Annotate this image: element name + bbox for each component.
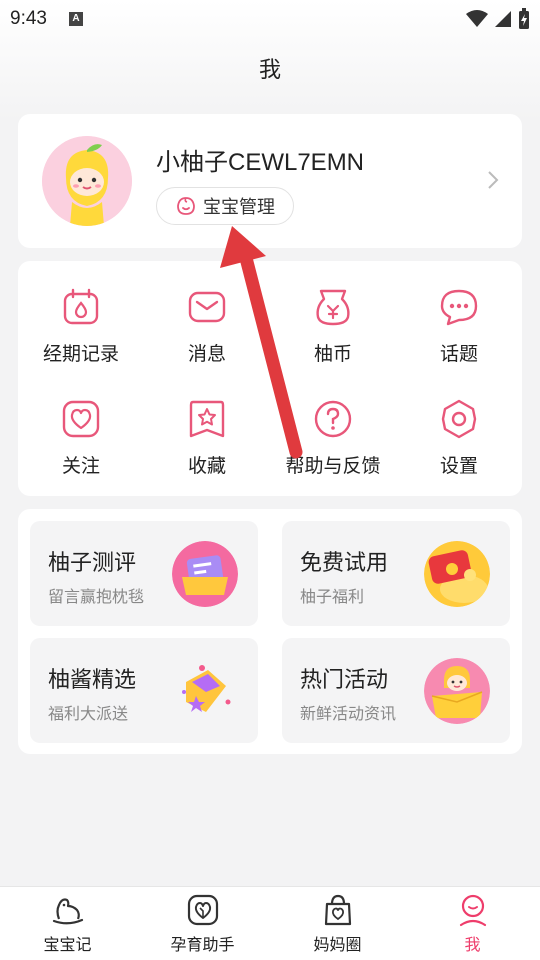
username: 小柚子CEWL7EMN xyxy=(156,149,365,176)
menu-item-period-record[interactable]: 经期记录 xyxy=(18,287,144,387)
avatar[interactable] xyxy=(42,136,132,226)
battery-icon xyxy=(519,8,529,29)
menu-label: 关注 xyxy=(61,455,100,477)
pomelo-mascot-icon xyxy=(42,136,132,226)
tab-label: 妈妈圈 xyxy=(313,935,362,954)
status-time: 9:43 xyxy=(10,8,47,29)
coin-pouch-icon xyxy=(316,289,350,326)
red-envelope-icon xyxy=(424,541,490,607)
help-icon xyxy=(314,400,352,438)
menu-item-help-feedback[interactable]: 帮助与反馈 xyxy=(270,399,396,499)
promo-section: 柚子测评 留言赢抱枕毯 免费试用 柚子福利 柚酱精选 福利大派送 热门活动 新鲜… xyxy=(18,509,522,754)
calendar-drop-icon xyxy=(63,288,99,325)
promo-free-trial[interactable]: 免费试用 柚子福利 xyxy=(282,521,510,626)
tab-label: 我 xyxy=(464,935,481,954)
tab-mom-circle[interactable]: 妈妈圈 xyxy=(270,893,405,955)
menu-item-favorites[interactable]: 收藏 xyxy=(144,399,270,499)
promo-title: 柚子测评 xyxy=(48,551,137,576)
tab-label: 宝宝记 xyxy=(43,935,92,954)
profile-card[interactable]: 小柚子CEWL7EMN 宝宝管理 xyxy=(18,114,522,248)
menu-item-messages[interactable]: 消息 xyxy=(144,287,270,387)
status-bar: 9:43 A xyxy=(0,0,540,38)
baby-face-icon xyxy=(177,197,195,215)
menu-label: 消息 xyxy=(187,343,226,365)
shopping-bag-heart-icon xyxy=(324,894,351,926)
page-title: 我 xyxy=(258,58,281,83)
tab-label: 孕育助手 xyxy=(170,935,235,954)
mascot-event-icon xyxy=(424,658,490,724)
gear-icon xyxy=(441,399,477,439)
promo-title: 热门活动 xyxy=(300,668,389,693)
menu-grid: 经期记录 消息 柚币 话题 关注 收藏 帮助与反馈 设置 xyxy=(18,261,522,496)
heart-plant-icon xyxy=(187,894,218,926)
promo-hot-events[interactable]: 热门活动 新鲜活动资讯 xyxy=(282,638,510,743)
promo-title: 柚酱精选 xyxy=(48,668,137,693)
menu-label: 设置 xyxy=(439,455,478,477)
signal-icon xyxy=(495,11,511,27)
notification-a-icon: A xyxy=(68,12,83,26)
gift-box-icon xyxy=(182,665,231,712)
menu-item-coins[interactable]: 柚币 xyxy=(270,287,396,387)
bottom-tab-bar: 宝宝记 孕育助手 妈妈圈 我 xyxy=(0,886,540,960)
menu-label: 柚币 xyxy=(313,343,352,365)
heart-icon xyxy=(62,400,100,438)
baby-management-button[interactable]: 宝宝管理 xyxy=(156,187,294,225)
menu-label: 帮助与反馈 xyxy=(285,455,381,477)
review-box-icon xyxy=(172,541,238,607)
status-icons xyxy=(466,8,530,30)
wifi-icon xyxy=(466,10,488,27)
tab-baby-diary[interactable]: 宝宝记 xyxy=(0,893,135,955)
profile-face-icon xyxy=(459,894,486,927)
chevron-right-icon[interactable] xyxy=(486,170,500,190)
promo-subtitle: 福利大派送 xyxy=(48,704,129,723)
menu-label: 话题 xyxy=(439,343,478,365)
promo-subtitle: 留言赢抱枕毯 xyxy=(48,587,145,606)
menu-item-settings[interactable]: 设置 xyxy=(396,399,522,499)
menu-item-follow[interactable]: 关注 xyxy=(18,399,144,499)
baby-management-label: 宝宝管理 xyxy=(203,197,275,218)
promo-subtitle: 柚子福利 xyxy=(300,587,365,606)
tab-me[interactable]: 我 xyxy=(405,893,540,955)
menu-label: 经期记录 xyxy=(42,343,119,365)
envelope-icon xyxy=(188,291,226,323)
promo-yuzi-review[interactable]: 柚子测评 留言赢抱枕毯 xyxy=(30,521,258,626)
star-bookmark-icon xyxy=(189,400,225,438)
rocking-horse-icon xyxy=(52,898,83,925)
tab-parenting-assistant[interactable]: 孕育助手 xyxy=(135,893,270,955)
promo-subtitle: 新鲜活动资讯 xyxy=(300,704,397,723)
promo-title: 免费试用 xyxy=(300,551,389,576)
menu-label: 收藏 xyxy=(187,455,226,477)
promo-yuzi-selection[interactable]: 柚酱精选 福利大派送 xyxy=(30,638,258,743)
menu-item-topics[interactable]: 话题 xyxy=(396,287,522,387)
chat-bubble-icon xyxy=(440,289,478,326)
